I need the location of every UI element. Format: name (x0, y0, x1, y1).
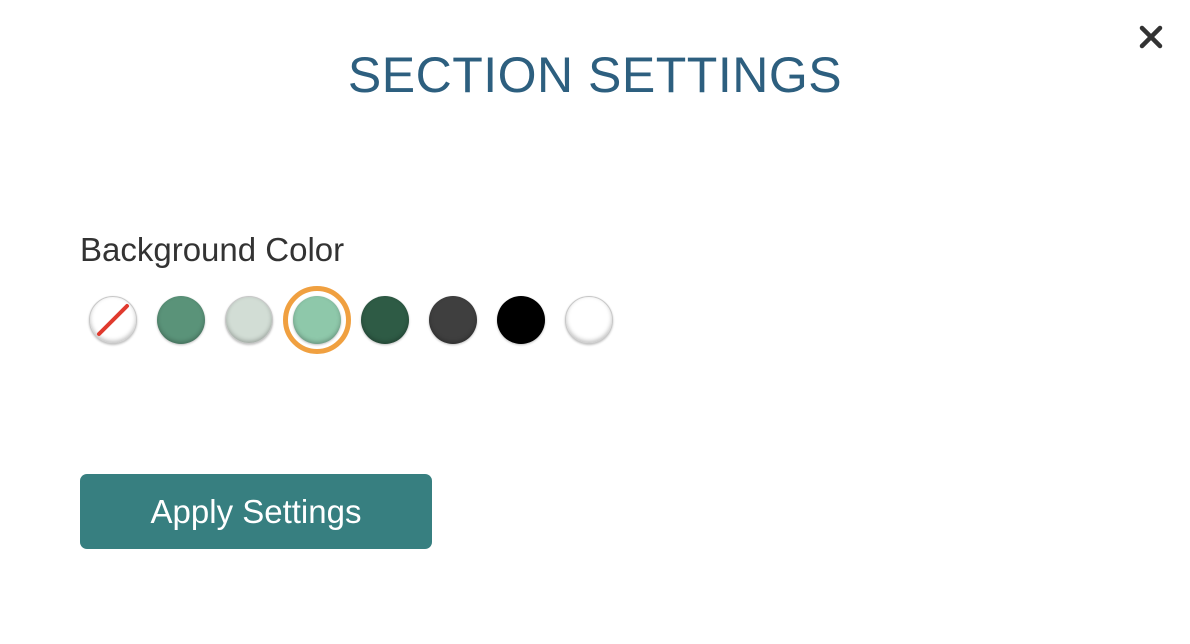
swatch-black-dot (497, 296, 545, 344)
swatch-mint[interactable] (283, 286, 351, 354)
swatch-none[interactable] (89, 296, 137, 344)
swatch-black[interactable] (497, 296, 545, 344)
swatch-dark-green-dot (361, 296, 409, 344)
no-color-slash-icon (97, 304, 129, 336)
swatch-dark-gray-dot (429, 296, 477, 344)
swatch-dark-green[interactable] (361, 296, 409, 344)
apply-settings-button[interactable]: Apply Settings (80, 474, 432, 549)
swatch-dark-gray[interactable] (429, 296, 477, 344)
background-color-label: Background Color (80, 231, 345, 268)
swatch-light-gray-green[interactable] (225, 296, 273, 344)
swatch-white-dot (565, 296, 613, 344)
background-color-swatches (89, 286, 633, 354)
swatch-white[interactable] (565, 296, 613, 344)
swatch-green-dot (157, 296, 205, 344)
modal-title: SECTION SETTINGS (347, 47, 843, 103)
swatch-mint-dot (293, 296, 341, 344)
section-settings-modal: SECTION SETTINGS Background Color Apply … (0, 0, 1190, 644)
swatch-light-gray-green-dot (225, 296, 273, 344)
swatch-green[interactable] (157, 296, 205, 344)
